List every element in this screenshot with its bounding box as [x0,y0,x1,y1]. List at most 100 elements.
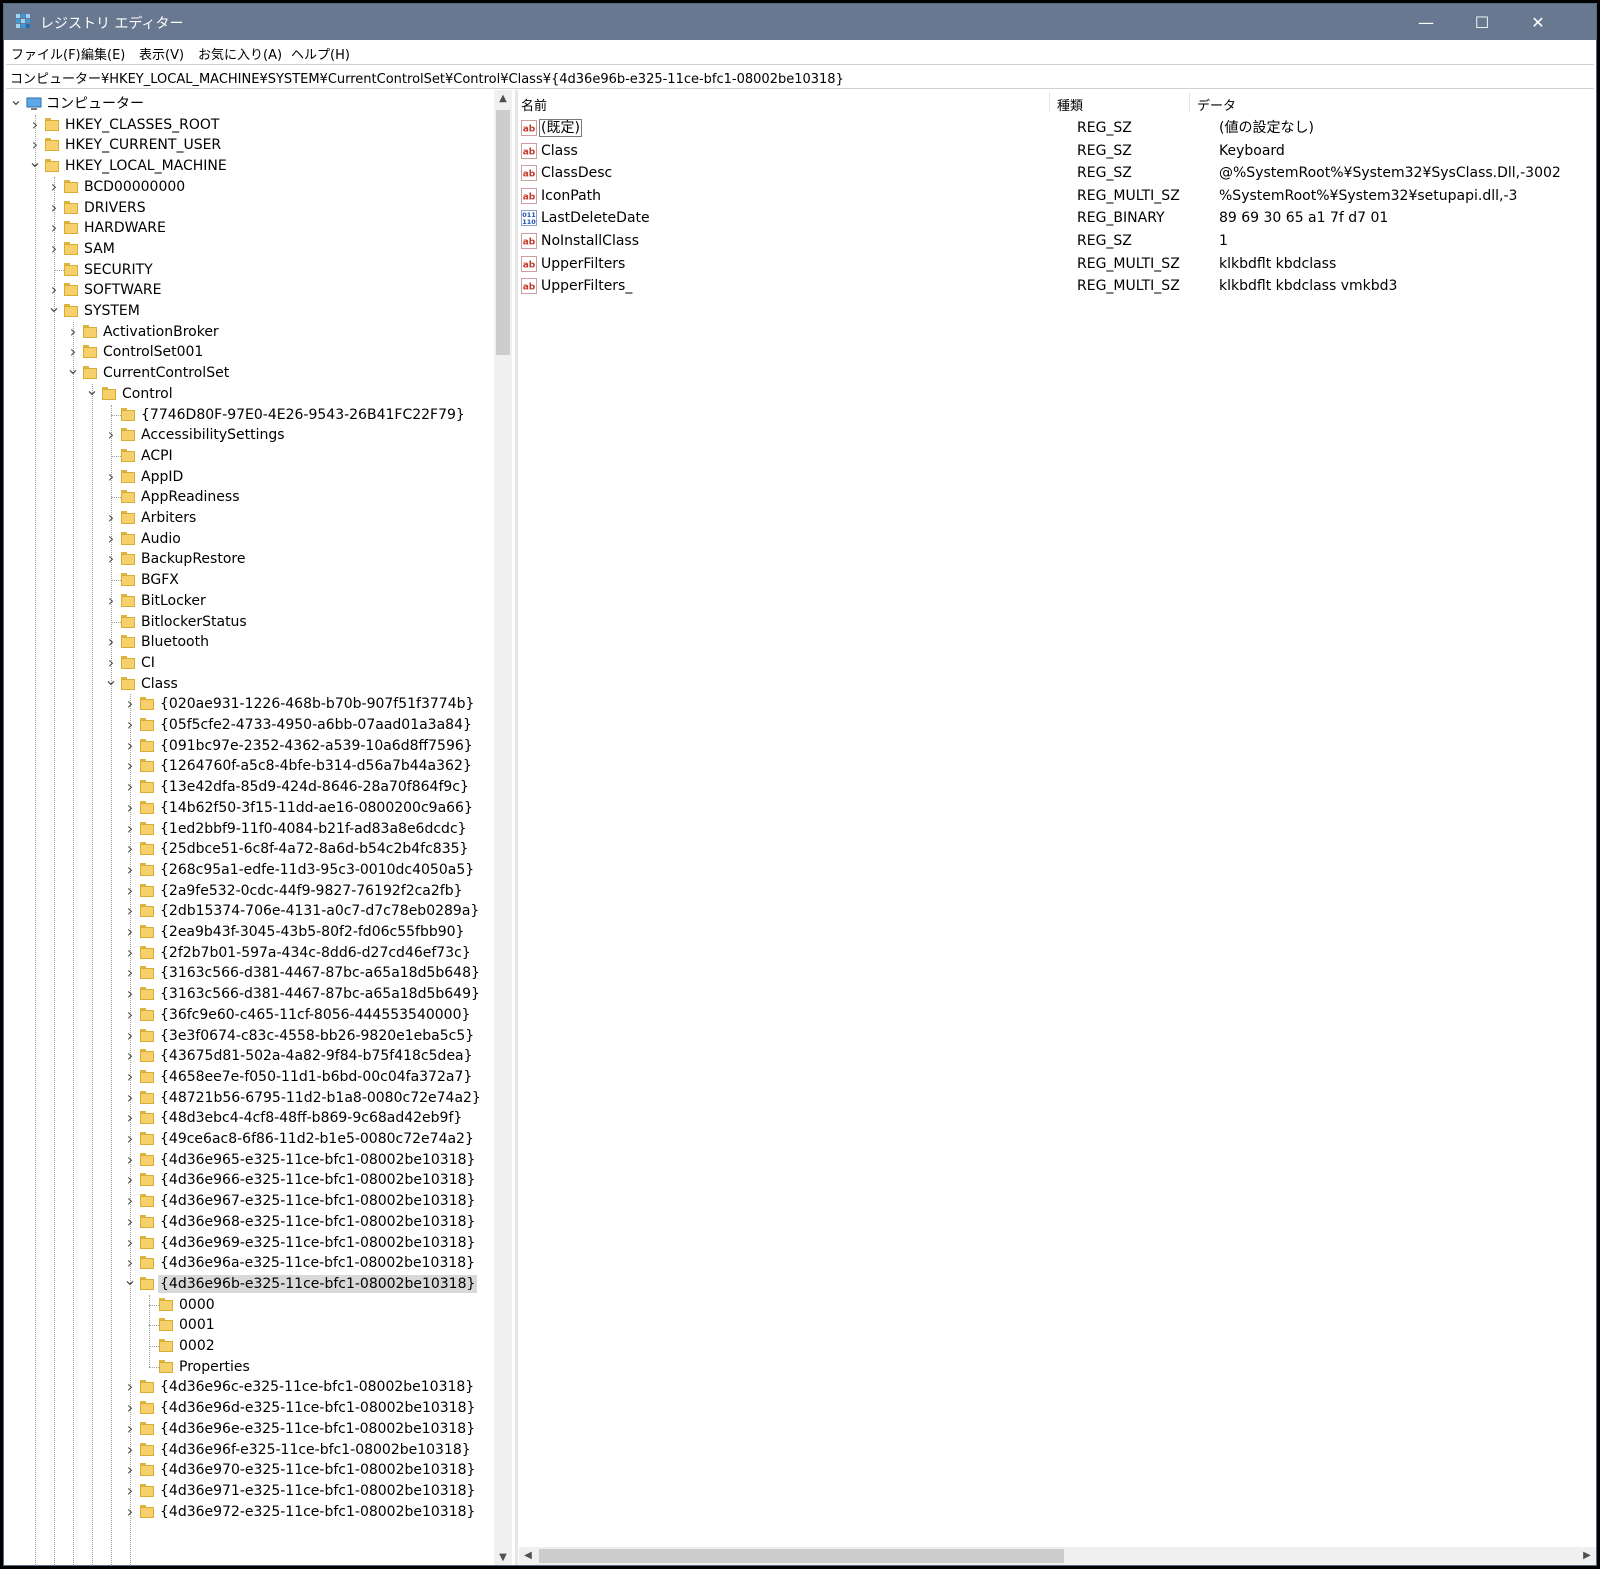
tree-node[interactable]: ⌄ CurrentControlSet [4,361,494,383]
tree-vertical-scrollbar[interactable]: ▲ ▼ [494,90,512,1565]
chevron-right-icon[interactable]: › [122,695,138,713]
chevron-right-icon[interactable]: › [122,778,138,796]
chevron-down-icon[interactable]: ⌄ [46,299,62,320]
chevron-right-icon[interactable]: › [122,1503,138,1521]
value-row[interactable]: ab Class REG_SZ Keyboard [519,140,1596,162]
tree-node-label[interactable]: BackupRestore [139,550,247,568]
chevron-right-icon[interactable]: › [122,1420,138,1438]
chevron-right-icon[interactable]: › [122,1482,138,1500]
tree-node-label[interactable]: ControlSet001 [101,343,205,361]
chevron-right-icon[interactable]: › [122,1130,138,1148]
tree-node-label[interactable]: {36fc9e60-c465-11cf-8056-444553540000} [158,1006,472,1024]
menu-favorites[interactable]: お気に入り(A) [198,44,282,63]
tree-node[interactable]: › {4d36e967-e325-11ce-bfc1-08002be10318} [4,1191,494,1211]
tree-node[interactable]: › {3163c566-d381-4467-87bc-a65a18d5b649} [4,984,494,1004]
tree-node[interactable]: › {4d36e96c-e325-11ce-bfc1-08002be10318} [4,1377,494,1397]
chevron-right-icon[interactable]: › [122,1378,138,1396]
tree-node-label[interactable]: {268c95a1-edfe-11d3-95c3-0010dc4050a5} [158,861,476,879]
tree-node[interactable]: › BitLocker [4,591,494,611]
value-row[interactable]: 011 110 LastDeleteDate REG_BINARY 89 69 30 6… [519,207,1596,229]
tree-node[interactable]: AppReadiness [4,487,494,507]
tree-node[interactable]: › {4d36e96f-e325-11ce-bfc1-08002be10318} [4,1440,494,1460]
tree-node-label[interactable]: {13e42dfa-85d9-424d-8646-28a70f864f9c} [158,778,471,796]
tree-node[interactable]: ⌄ Control [4,381,494,404]
chevron-right-icon[interactable]: › [122,1089,138,1107]
chevron-right-icon[interactable]: › [65,323,81,341]
tree-node[interactable]: › {3163c566-d381-4467-87bc-a65a18d5b648} [4,963,494,983]
tree-node[interactable]: › CI [4,653,494,673]
chevron-down-icon[interactable]: ⌄ [122,1271,138,1293]
tree-node-label[interactable]: 0001 [177,1316,217,1334]
tree-node-label[interactable]: {3163c566-d381-4467-87bc-a65a18d5b648} [158,964,482,982]
menu-help[interactable]: ヘルプ(H) [291,44,350,63]
column-header-data[interactable]: データ [1197,95,1236,114]
chevron-right-icon[interactable]: › [122,964,138,982]
tree-node-label[interactable]: Class [139,675,180,693]
tree-node-label[interactable]: HKEY_CLASSES_ROOT [63,116,221,134]
tree-node-label[interactable]: {2db15374-706e-4131-a0c7-d7c78eb0289a} [158,902,481,920]
menu-edit[interactable]: 編集(E) [81,44,125,63]
tree-node-label[interactable]: {14b62f50-3f15-11dd-ae16-0800200c9a66} [158,799,475,817]
chevron-right-icon[interactable]: › [122,1109,138,1127]
chevron-right-icon[interactable]: › [122,1151,138,1169]
tree-node[interactable]: › ActivationBroker [4,322,494,342]
column-header-name[interactable]: 名前 [521,95,547,114]
chevron-right-icon[interactable]: › [122,1234,138,1252]
chevron-right-icon[interactable]: › [122,1047,138,1065]
tree-node-label[interactable]: {4d36e96e-e325-11ce-bfc1-08002be10318} [158,1420,477,1438]
tree-node[interactable]: ⌄ SYSTEM [4,299,494,321]
tree-node[interactable]: › SAM [4,239,494,259]
tree-node-label[interactable]: BitLocker [139,592,208,610]
chevron-right-icon[interactable]: › [122,1213,138,1231]
tree-node[interactable]: › {2ea9b43f-3045-43b5-80f2-fd06c55fbb90} [4,922,494,942]
tree-node-label[interactable]: {1ed2bbf9-11f0-4084-b21f-ad83a8e6dcdc} [158,820,469,838]
tree-node[interactable]: › AppID [4,467,494,487]
tree-node-label[interactable]: {4d36e972-e325-11ce-bfc1-08002be10318} [158,1503,477,1521]
tree-node[interactable]: › {49ce6ac8-6f86-11d2-b1e5-0080c72e74a2} [4,1129,494,1149]
chevron-right-icon[interactable]: › [103,468,119,486]
address-path[interactable]: コンピューター¥HKEY_LOCAL_MACHINE¥SYSTEM¥Curren… [10,68,844,87]
tree-node-label[interactable]: {2a9fe532-0cdc-44f9-9827-76192f2ca2fb} [158,882,465,900]
value-name[interactable]: NoInstallClass [539,232,641,250]
tree-node-label[interactable]: {4d36e965-e325-11ce-bfc1-08002be10318} [158,1151,477,1169]
chevron-right-icon[interactable]: › [103,426,119,444]
tree-node[interactable]: › {2db15374-706e-4131-a0c7-d7c78eb0289a} [4,901,494,921]
chevron-right-icon[interactable]: › [122,840,138,858]
tree-node[interactable]: › BackupRestore [4,549,494,569]
tree-node-label[interactable]: ACPI [139,447,175,465]
chevron-right-icon[interactable]: › [46,219,62,237]
tree-node[interactable]: › {48d3ebc4-4cf8-48ff-b869-9c68ad42eb9f} [4,1108,494,1128]
tree-node-label[interactable]: {49ce6ac8-6f86-11d2-b1e5-0080c72e74a2} [158,1130,476,1148]
tree-node-label[interactable]: {7746D80F-97E0-4E26-9543-26B41FC22F79} [139,406,467,424]
tree-node[interactable]: › {4d36e965-e325-11ce-bfc1-08002be10318} [4,1150,494,1170]
tree-node-label[interactable]: {4d36e971-e325-11ce-bfc1-08002be10318} [158,1482,477,1500]
tree-node-label[interactable]: BitlockerStatus [139,613,249,631]
tree-node-label[interactable]: Bluetooth [139,633,211,651]
scroll-left-icon[interactable]: ◀ [519,1547,537,1565]
tree-node[interactable]: › {4d36e972-e325-11ce-bfc1-08002be10318} [4,1502,494,1522]
chevron-right-icon[interactable]: › [122,985,138,1003]
tree-node[interactable]: › {4658ee7e-f050-11d1-b6bd-00c04fa372a7} [4,1067,494,1087]
tree-node-label[interactable]: AccessibilitySettings [139,426,287,444]
column-divider[interactable] [1049,92,1050,112]
tree-node-label[interactable]: SOFTWARE [82,281,164,299]
tree-node-label[interactable]: BGFX [139,571,181,589]
tree-node[interactable]: › HKEY_CURRENT_USER [4,135,494,155]
tree-node-label[interactable]: {4d36e969-e325-11ce-bfc1-08002be10318} [158,1234,477,1252]
values-scroll-thumb[interactable] [539,1549,1064,1563]
values-list-pane[interactable]: 名前 種類 データ ab (既定) REG_SZ (値の設定なし) ab Class REG… [519,90,1596,1565]
tree-node[interactable]: › DRIVERS [4,198,494,218]
tree-node-label[interactable]: Properties [177,1358,252,1376]
tree-node[interactable]: › {36fc9e60-c465-11cf-8056-444553540000} [4,1005,494,1025]
value-row[interactable]: ab UpperFilters_ REG_MULTI_SZ klkbdflt kbdc… [519,275,1596,297]
tree-node[interactable]: {7746D80F-97E0-4E26-9543-26B41FC22F79} [4,405,494,425]
scroll-down-icon[interactable]: ▼ [494,1549,512,1565]
tree-node-label[interactable]: DRIVERS [82,199,148,217]
tree-node-label[interactable]: SAM [82,240,117,258]
tree-node-label[interactable]: {3e3f0674-c83c-4558-bb26-9820e1eba5c5} [158,1027,476,1045]
tree-scroll-thumb[interactable] [496,110,510,355]
chevron-right-icon[interactable]: › [103,530,119,548]
tree-node[interactable]: › SOFTWARE [4,280,494,300]
chevron-right-icon[interactable]: › [122,757,138,775]
chevron-right-icon[interactable]: › [122,820,138,838]
